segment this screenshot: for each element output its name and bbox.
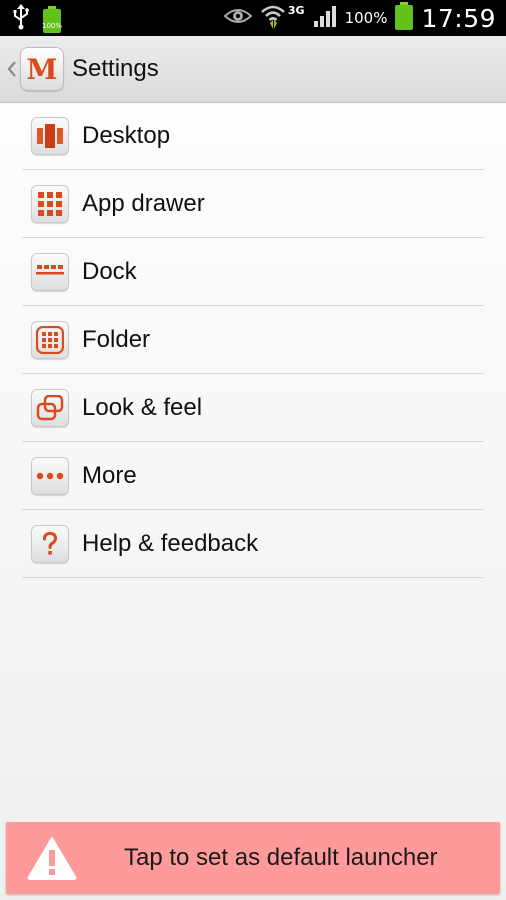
settings-item-label: More — [82, 461, 137, 489]
battery-small-label: 100% — [42, 21, 63, 30]
settings-list: Desktop App drawer Dock Folder Look & fe… — [22, 102, 484, 578]
desktop-icon — [31, 116, 69, 155]
status-bar: 100% 3G 100% 17:59 — [0, 0, 506, 36]
signal-icon — [313, 5, 337, 32]
help-question-icon — [31, 524, 69, 563]
settings-item-desktop[interactable]: Desktop — [22, 102, 484, 170]
settings-item-label: Help & feedback — [82, 529, 259, 557]
action-bar: M Settings — [0, 36, 506, 103]
default-launcher-banner[interactable]: Tap to set as default launcher — [6, 822, 500, 894]
settings-item-folder[interactable]: Folder — [22, 306, 484, 374]
warning-icon — [26, 835, 78, 881]
settings-item-help-feedback[interactable]: Help & feedback — [22, 510, 484, 578]
network-type-label: 3G — [287, 3, 305, 17]
folder-grid-icon — [31, 320, 69, 359]
app-logo-letter: M — [26, 52, 58, 86]
settings-item-app-drawer[interactable]: App drawer — [22, 170, 484, 238]
settings-item-look-and-feel[interactable]: Look & feel — [22, 374, 484, 442]
eye-icon — [223, 6, 253, 31]
settings-item-label: Look & feel — [82, 393, 203, 421]
settings-item-more[interactable]: More — [22, 442, 484, 510]
banner-message: Tap to set as default launcher — [124, 844, 438, 871]
more-dots-icon — [31, 456, 69, 495]
clock: 17:59 — [421, 3, 496, 33]
battery-icon — [395, 1, 414, 35]
wifi-icon — [260, 3, 286, 34]
dock-icon — [31, 252, 69, 291]
back-chevron-icon[interactable] — [4, 60, 20, 78]
settings-item-label: Dock — [82, 257, 137, 285]
app-drawer-grid-icon — [31, 184, 69, 223]
battery-small-icon: 100% — [42, 5, 63, 34]
settings-item-label: Folder — [82, 325, 151, 353]
battery-percent-label: 100% — [344, 9, 388, 27]
app-logo-icon[interactable]: M — [20, 47, 64, 91]
settings-item-label: Desktop — [82, 121, 171, 149]
settings-item-label: App drawer — [82, 189, 205, 217]
usb-icon — [12, 4, 30, 35]
look-feel-icon — [31, 388, 69, 427]
settings-item-dock[interactable]: Dock — [22, 238, 484, 306]
page-title: Settings — [72, 55, 159, 82]
